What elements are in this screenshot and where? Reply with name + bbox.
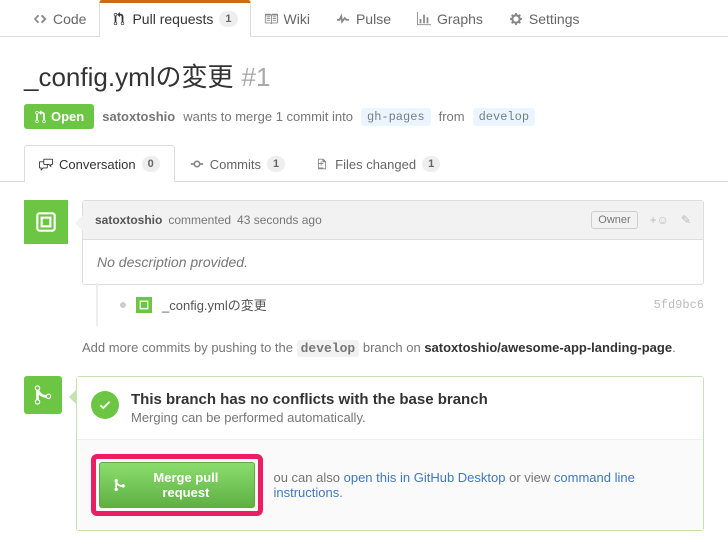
git-pull-request-icon bbox=[34, 110, 47, 124]
tab-pr-label: Pull requests bbox=[132, 11, 213, 27]
files-count: 1 bbox=[422, 156, 440, 172]
merge-title: This branch has no conflicts with the ba… bbox=[131, 391, 488, 408]
commits-count: 1 bbox=[267, 156, 285, 172]
merge-box: This branch has no conflicts with the ba… bbox=[76, 376, 704, 531]
comment-time[interactable]: 43 seconds ago bbox=[237, 213, 322, 227]
commit-author-avatar[interactable] bbox=[136, 297, 152, 313]
pr-state-badge: Open bbox=[24, 104, 94, 129]
open-desktop-link[interactable]: open this in GitHub Desktop bbox=[344, 470, 506, 485]
push-hint: Add more commits by pushing to the devel… bbox=[82, 326, 704, 370]
git-pull-request-icon bbox=[112, 12, 126, 26]
comment-body: No description provided. bbox=[83, 240, 703, 284]
tab-pull-requests[interactable]: Pull requests 1 bbox=[99, 0, 250, 37]
check-icon bbox=[98, 398, 112, 412]
tab-code-label: Code bbox=[53, 11, 86, 27]
subtab-files-label: Files changed bbox=[335, 157, 416, 172]
pr-number: #1 bbox=[242, 62, 271, 93]
comment-verb: commented bbox=[168, 213, 231, 227]
push-hint-repo: satoxtoshio/awesome-app-landing-page bbox=[424, 340, 672, 355]
comment-item: satoxtoshio commented 43 seconds ago Own… bbox=[24, 200, 704, 285]
merge-subtitle: Merging can be performed automatically. bbox=[131, 410, 488, 425]
owner-badge: Owner bbox=[591, 211, 637, 229]
base-branch[interactable]: gh-pages bbox=[361, 108, 431, 126]
graph-icon bbox=[417, 12, 431, 26]
merge-actions: Merge pull request ou can also open this… bbox=[77, 439, 703, 530]
timeline: satoxtoshio commented 43 seconds ago Own… bbox=[0, 182, 728, 549]
highlight-annotation: Merge pull request bbox=[91, 454, 263, 516]
push-hint-mid: branch on bbox=[363, 340, 421, 355]
git-merge-icon bbox=[33, 384, 53, 406]
check-circle-icon bbox=[91, 391, 119, 419]
tab-settings-label: Settings bbox=[529, 11, 580, 27]
pr-title: _config.ymlの変更 bbox=[24, 57, 234, 94]
commit-row: _config.ymlの変更 5fd9bc6 bbox=[96, 283, 704, 326]
tab-graphs-label: Graphs bbox=[437, 11, 483, 27]
merge-status: This branch has no conflicts with the ba… bbox=[77, 377, 703, 439]
subtab-conv-label: Conversation bbox=[59, 157, 136, 172]
commit-message[interactable]: _config.ymlの変更 bbox=[162, 295, 267, 314]
tab-code[interactable]: Code bbox=[20, 0, 99, 37]
tab-pulse[interactable]: Pulse bbox=[323, 0, 404, 37]
merge-status-text: This branch has no conflicts with the ba… bbox=[131, 391, 488, 425]
edit-comment-button[interactable]: ✎ bbox=[681, 213, 691, 227]
git-merge-icon bbox=[114, 478, 125, 492]
git-commit-icon bbox=[190, 157, 204, 171]
merge-button-label: Merge pull request bbox=[131, 470, 240, 500]
pr-meta: Open satoxtoshio wants to merge 1 commit… bbox=[24, 104, 704, 129]
subtab-conversation[interactable]: Conversation 0 bbox=[24, 145, 175, 182]
tab-wiki-label: Wiki bbox=[284, 11, 310, 27]
reaction-button[interactable]: +☺ bbox=[650, 213, 669, 227]
repo-tabnav: Code Pull requests 1 Wiki Pulse Graphs S… bbox=[0, 0, 728, 37]
tab-wiki[interactable]: Wiki bbox=[251, 0, 323, 37]
pr-subtabs: Conversation 0 Commits 1 Files changed 1 bbox=[0, 145, 728, 182]
pr-header: _config.ymlの変更 #1 Open satoxtoshio wants… bbox=[0, 37, 728, 145]
pulse-icon bbox=[336, 12, 350, 26]
author-avatar[interactable] bbox=[24, 200, 68, 244]
comment-discussion-icon bbox=[39, 157, 53, 171]
merge-section: This branch has no conflicts with the ba… bbox=[24, 376, 704, 531]
tab-settings[interactable]: Settings bbox=[496, 0, 593, 37]
comment-box: satoxtoshio commented 43 seconds ago Own… bbox=[82, 200, 704, 285]
avatar-placeholder-icon bbox=[33, 209, 59, 235]
merge-also-text: ou can also open this in GitHub Desktop … bbox=[273, 470, 689, 500]
code-icon bbox=[33, 12, 47, 26]
diff-icon bbox=[315, 157, 329, 171]
conv-count: 0 bbox=[142, 156, 160, 172]
gear-icon bbox=[509, 12, 523, 26]
book-icon bbox=[264, 12, 278, 26]
tab-graphs[interactable]: Graphs bbox=[404, 0, 496, 37]
push-hint-prefix: Add more commits by pushing to the bbox=[82, 340, 293, 355]
merge-pull-request-button[interactable]: Merge pull request bbox=[99, 462, 255, 508]
subtab-commits-label: Commits bbox=[210, 157, 261, 172]
comment-header: satoxtoshio commented 43 seconds ago Own… bbox=[83, 201, 703, 240]
pr-meta-from: from bbox=[439, 109, 465, 124]
pr-title-row: _config.ymlの変更 #1 bbox=[24, 57, 704, 94]
git-commit-icon bbox=[120, 302, 126, 308]
subtab-commits[interactable]: Commits 1 bbox=[175, 145, 300, 182]
pr-meta-wants: wants to merge 1 commit into bbox=[183, 109, 353, 124]
avatar-placeholder-icon bbox=[139, 300, 149, 310]
merge-icon-box bbox=[24, 376, 62, 414]
subtab-files[interactable]: Files changed 1 bbox=[300, 145, 455, 182]
head-branch[interactable]: develop bbox=[473, 108, 535, 126]
commit-sha[interactable]: 5fd9bc6 bbox=[654, 298, 704, 312]
pr-state-label: Open bbox=[51, 109, 84, 124]
comment-author[interactable]: satoxtoshio bbox=[95, 213, 162, 227]
push-hint-branch: develop bbox=[297, 340, 360, 357]
pr-count-badge: 1 bbox=[219, 11, 237, 27]
tab-pulse-label: Pulse bbox=[356, 11, 391, 27]
pr-author[interactable]: satoxtoshio bbox=[102, 109, 175, 124]
